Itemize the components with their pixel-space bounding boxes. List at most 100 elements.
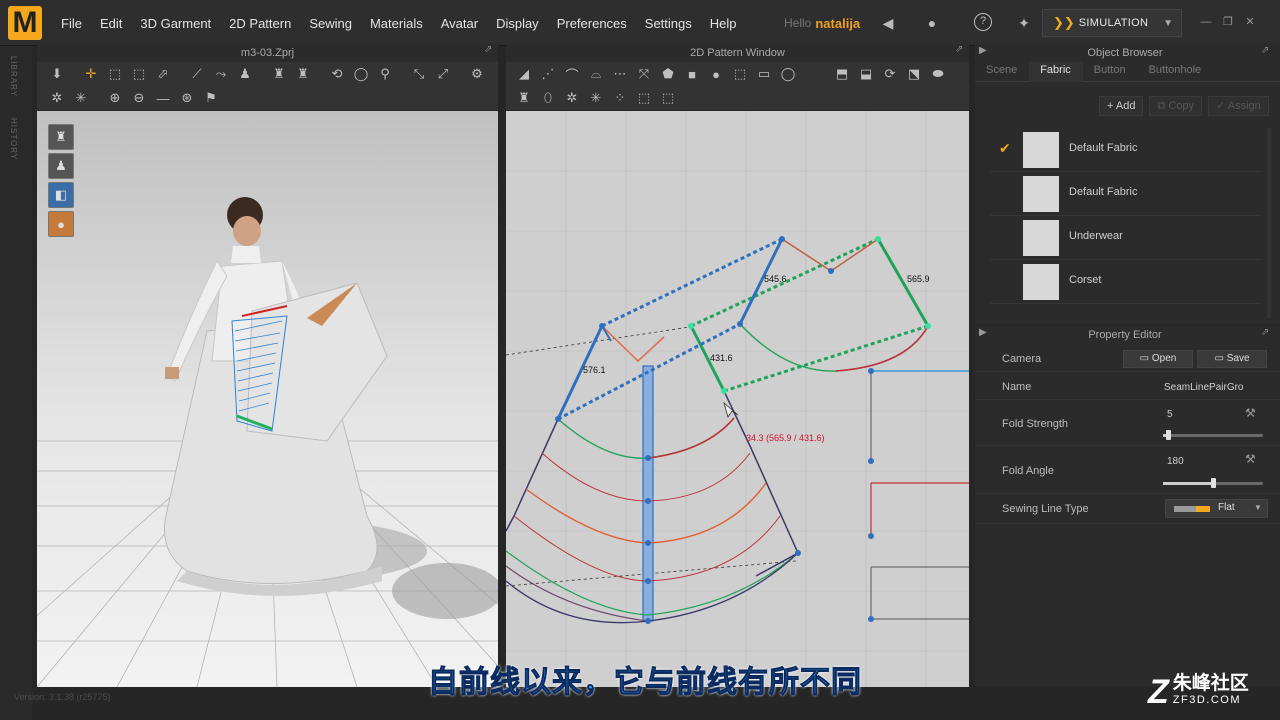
fold-icon[interactable]: ⤳: [209, 63, 233, 85]
grade-icon[interactable]: ✳: [584, 87, 608, 109]
strap-icon[interactable]: ⤡: [407, 63, 431, 85]
list-item[interactable]: Default Fabric: [990, 172, 1260, 216]
box-select-icon[interactable]: ⬚: [103, 63, 127, 85]
3d-viewport[interactable]: ♜ ♟ ◧ ●: [37, 111, 498, 687]
copy-fabric-button[interactable]: ⧉ Copy: [1149, 96, 1203, 116]
segment-sewing-icon[interactable]: ⟳: [878, 63, 902, 85]
ellipse-icon[interactable]: ●: [704, 63, 728, 85]
garment2-icon[interactable]: ♜: [291, 63, 315, 85]
expand-3d-icon[interactable]: ⇗: [484, 44, 492, 55]
avatar-view-button[interactable]: ♟: [48, 153, 74, 179]
edit-point-icon[interactable]: ⋰: [536, 63, 560, 85]
add-point-icon[interactable]: ⋯: [608, 63, 632, 85]
select-icon[interactable]: ✛: [79, 63, 103, 85]
avatar-run-icon[interactable]: ⚲: [373, 63, 397, 85]
line-icon[interactable]: —: [151, 87, 175, 109]
fold-angle-value[interactable]: 180: [1167, 456, 1184, 467]
menu-preferences[interactable]: Preferences: [548, 16, 636, 31]
username[interactable]: natalija: [815, 16, 860, 31]
store-icon[interactable]: ✦: [1014, 13, 1034, 33]
trace-icon[interactable]: ⬒: [830, 63, 854, 85]
curvature-icon[interactable]: ⌓: [584, 63, 608, 85]
shirt-icon[interactable]: ♟: [233, 63, 257, 85]
sewing-line-type-select[interactable]: Flat ▼: [1165, 499, 1268, 518]
menu-3d-garment[interactable]: 3D Garment: [131, 16, 220, 31]
minimize-icon[interactable]: —: [1198, 14, 1214, 30]
wrench-icon[interactable]: ⚒: [1245, 406, 1256, 420]
garment-view-button[interactable]: ♜: [48, 124, 74, 150]
list-item[interactable]: ✔ Default Fabric: [990, 128, 1260, 172]
zoom-region-icon[interactable]: ⬚: [656, 87, 680, 109]
fold-strength-value[interactable]: 5: [1167, 409, 1173, 420]
zoom-fit-icon[interactable]: ⬚: [632, 87, 656, 109]
menu-avatar[interactable]: Avatar: [432, 16, 487, 31]
expand-browser-icon[interactable]: ⇗: [1261, 45, 1269, 56]
menu-help[interactable]: Help: [701, 16, 746, 31]
user-profile-icon[interactable]: ●: [922, 13, 942, 33]
slider-knob[interactable]: [1211, 478, 1216, 488]
puckering-icon[interactable]: ⊕: [103, 87, 127, 109]
ring-icon[interactable]: ◯: [349, 63, 373, 85]
edit-curve-icon[interactable]: ⌒: [560, 63, 584, 85]
save-camera-button[interactable]: ▭ Save: [1197, 350, 1267, 368]
simulation-mode-select[interactable]: ❯❯ SIMULATION ▼: [1042, 9, 1182, 37]
history-tab[interactable]: HISTORY: [9, 118, 18, 160]
internal-circle-icon[interactable]: ◯: [776, 63, 800, 85]
menu-display[interactable]: Display: [487, 16, 548, 31]
internal-polygon-icon[interactable]: ⬚: [728, 63, 752, 85]
tab-fabric[interactable]: Fabric: [1029, 62, 1083, 82]
list-item[interactable]: Corset: [990, 260, 1260, 304]
2d-pattern-viewport[interactable]: 545.6 565.9 431.6 576.1 34.3 (565.9 / 43…: [506, 111, 969, 687]
dart-icon[interactable]: ⬓: [854, 63, 878, 85]
circle-icon[interactable]: ⊖: [127, 87, 151, 109]
cut-icon[interactable]: ⤧: [632, 63, 656, 85]
fold-pattern-icon[interactable]: ⬯: [536, 87, 560, 109]
fold-strength-slider[interactable]: [1163, 430, 1263, 440]
free-sewing-icon[interactable]: ⬔: [902, 63, 926, 85]
flag-icon[interactable]: ⚑: [199, 87, 223, 109]
open-camera-button[interactable]: ▭ Open: [1123, 350, 1193, 368]
menu-edit[interactable]: Edit: [91, 16, 131, 31]
button-icon[interactable]: ⚙: [465, 63, 489, 85]
menu-materials[interactable]: Materials: [361, 16, 432, 31]
rotate-icon[interactable]: ⬀: [151, 63, 175, 85]
assign-fabric-button[interactable]: ✓ Assign: [1208, 96, 1269, 116]
rectangle-icon[interactable]: ■: [680, 63, 704, 85]
tab-scene[interactable]: Scene: [975, 62, 1029, 82]
library-tab[interactable]: LIBRARY: [9, 56, 18, 97]
fold-angle-slider[interactable]: [1163, 478, 1263, 488]
tab-buttonhole[interactable]: Buttonhole: [1138, 62, 1214, 82]
buttonhole-icon[interactable]: ✲: [45, 87, 69, 109]
texture-view-button[interactable]: ◧: [48, 182, 74, 208]
add-fabric-button[interactable]: + Add: [1099, 96, 1144, 116]
garment-icon[interactable]: ♜: [267, 63, 291, 85]
expand-property-icon[interactable]: ⇗: [1261, 327, 1269, 338]
name-value[interactable]: SeamLinePairGro: [1164, 382, 1243, 393]
fabric-list-scrollbar[interactable]: [1267, 128, 1271, 318]
expand-2d-icon[interactable]: ⇗: [955, 44, 963, 55]
avatar-skin-button[interactable]: ●: [48, 211, 74, 237]
polygon-icon[interactable]: ⬟: [656, 63, 680, 85]
zipper-icon[interactable]: ✳: [69, 87, 93, 109]
speaker-icon[interactable]: ◀: [878, 13, 898, 33]
menu-2d-pattern[interactable]: 2D Pattern: [220, 16, 300, 31]
tack-icon[interactable]: ⟲: [325, 63, 349, 85]
collapse-arrow-icon[interactable]: ▶: [979, 327, 987, 338]
menu-file[interactable]: File: [52, 16, 91, 31]
transform-pattern-icon[interactable]: ◢: [512, 63, 536, 85]
measure-icon[interactable]: ⊛: [175, 87, 199, 109]
wrench-icon[interactable]: ⚒: [1245, 452, 1256, 466]
needle-icon[interactable]: ⤢: [431, 63, 455, 85]
list-item[interactable]: Underwear: [990, 216, 1260, 260]
menu-sewing[interactable]: Sewing: [300, 16, 361, 31]
internal-rect-icon[interactable]: ▭: [752, 63, 776, 85]
tab-button[interactable]: Button: [1083, 62, 1138, 82]
close-icon[interactable]: ✕: [1242, 14, 1258, 30]
tuck-icon[interactable]: ⬬: [926, 63, 950, 85]
transform-icon[interactable]: ⬚: [127, 63, 151, 85]
pin-pattern-icon[interactable]: ✲: [560, 87, 584, 109]
slider-knob[interactable]: [1166, 430, 1171, 440]
pin-icon[interactable]: ⟋: [185, 63, 209, 85]
help-icon[interactable]: ?: [974, 13, 992, 31]
collapse-arrow-icon[interactable]: ▶: [979, 45, 987, 56]
